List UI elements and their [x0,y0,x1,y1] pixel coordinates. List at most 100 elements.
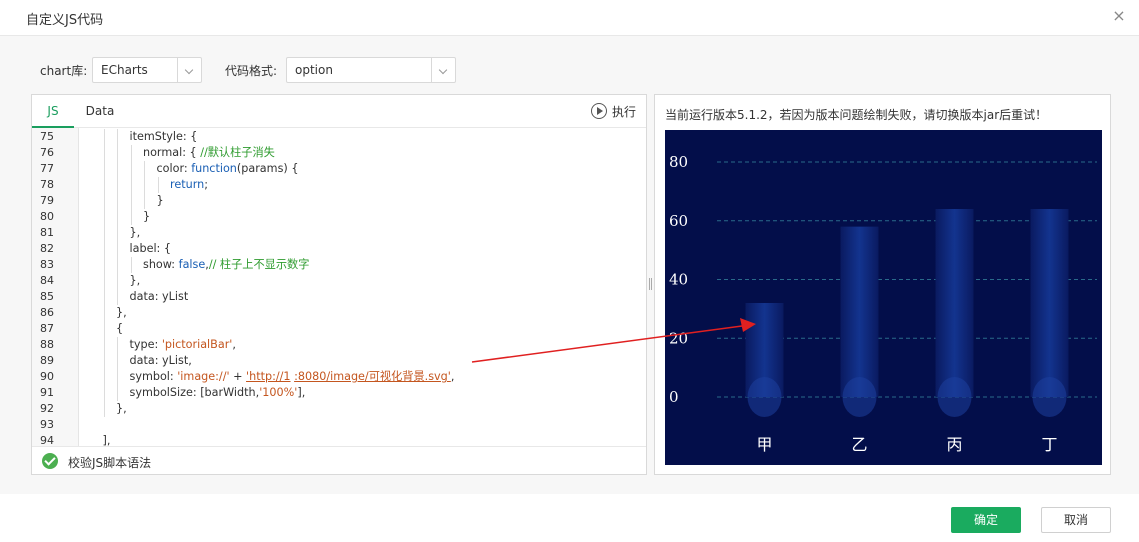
code-line: 75 itemStyle: { [32,129,646,145]
code-text: type: 'pictorialBar', [129,338,236,351]
code-line: 83 show: false,// 柱子上不显示数字 [32,257,646,273]
indent-guide [130,209,132,225]
indent-guide [103,369,105,385]
code-area[interactable]: 75 itemStyle: {76 normal: { //默认柱子消失 77 colo… [32,128,646,446]
check-circle-icon [42,453,58,469]
code-format-value: option [295,63,333,77]
indent-guide [117,209,118,225]
code-text: label: { [129,242,172,255]
indent-guide [103,193,105,209]
code-text: }, [129,226,141,239]
indent-guide [130,161,132,177]
indent-guide [103,161,105,177]
x-tick-label: 甲 [756,435,772,454]
indent-guide [103,321,105,337]
chart-lib-select[interactable]: ECharts [92,57,202,83]
code-text: symbolSize: [barWidth,'100%'], [129,386,306,399]
code-line: 92}, [32,401,646,417]
code-line: 91 symbolSize: [barWidth,'100%'], [32,385,646,401]
code-text: } [143,210,151,223]
indent-guide [117,289,118,305]
indent-guide [130,257,132,273]
indent-guide [117,241,118,257]
x-tick-label: 丙 [946,435,962,454]
line-number: 84 [40,274,54,287]
panel-splitter-handle[interactable] [649,278,652,290]
code-text: data: yList, [129,354,192,367]
indent-guide [103,225,105,241]
line-number: 80 [40,210,54,223]
code-text: ], [102,434,111,446]
code-text: }, [129,274,141,287]
code-text: data: yList [129,290,189,303]
line-number: 87 [40,322,54,335]
code-text: }, [116,402,127,415]
indent-guide [103,241,105,257]
tab-data[interactable]: Data [80,95,120,128]
y-tick-label: 0 [669,388,679,406]
code-line: 76 normal: { //默认柱子消失 [32,145,646,161]
indent-guide [144,193,145,209]
tab-js[interactable]: JS [32,95,74,128]
code-format-select[interactable]: option [286,57,456,83]
code-text: show: false,// 柱子上不显示数字 [143,258,310,271]
ok-button[interactable]: 确定 [951,507,1021,533]
indent-guide [144,161,145,177]
line-number: 78 [40,178,54,191]
bar-base-glow [1032,377,1067,417]
y-tick-label: 20 [669,329,688,347]
code-line: 78 return; [32,177,646,193]
run-button[interactable]: 执行 [590,101,636,121]
indent-guide [130,193,132,209]
code-line: 86}, [32,305,646,321]
code-line: 87 { [32,321,646,337]
validate-bar[interactable]: 校验JS脚本语法 [32,446,646,474]
code-text: itemStyle: { [129,130,198,143]
code-line: 79} [32,193,646,209]
code-text: { [116,322,124,335]
code-text: symbol: 'image://' + 'http://1 :8080/ima… [129,370,455,383]
line-number: 79 [40,194,54,207]
indent-guide [103,177,105,193]
x-tick-label: 丁 [1041,435,1057,454]
indent-guide [117,273,118,289]
line-number: 92 [40,402,54,415]
indent-guide [144,177,145,193]
x-tick-label: 乙 [851,435,867,454]
line-number: 81 [40,226,54,239]
indent-guide [103,305,105,321]
dialog-titlebar: 自定义JS代码 × [0,0,1139,36]
indent-guide [103,209,105,225]
code-line: 90 symbol: 'image://' + 'http://1 :8080/i… [32,369,646,385]
code-text: return; [170,178,208,191]
indent-guide [117,161,118,177]
indent-guide [130,177,132,193]
line-number: 83 [40,258,54,271]
chevron-down-icon[interactable] [431,58,455,82]
bar-base-glow [747,377,782,417]
indent-guide [103,145,105,161]
indent-guide [103,337,105,353]
indent-guide [117,177,118,193]
line-number: 85 [40,290,54,303]
code-text: color: function(params) { [156,162,299,175]
indent-guide [157,177,159,193]
validate-label: 校验JS脚本语法 [68,456,152,470]
code-text: }, [116,306,127,319]
cancel-button[interactable]: 取消 [1041,507,1111,533]
line-number: 82 [40,242,54,255]
code-line: 94], [32,433,646,446]
y-tick-label: 80 [669,153,688,171]
code-line: 93 [32,417,646,433]
y-tick-label: 60 [669,212,688,230]
code-editor-panel: JS Data 执行 75 itemStyle: {76 normal: { //默… [31,94,647,475]
close-icon[interactable]: × [1109,6,1129,26]
line-number: 91 [40,386,54,399]
code-text: } [156,194,164,207]
line-number: 88 [40,338,54,351]
chevron-down-icon[interactable] [177,58,201,82]
indent-guide [117,337,118,353]
code-line: 77 color: function(params) { [32,161,646,177]
code-line: 89 data: yList, [32,353,646,369]
indent-guide [103,401,105,417]
